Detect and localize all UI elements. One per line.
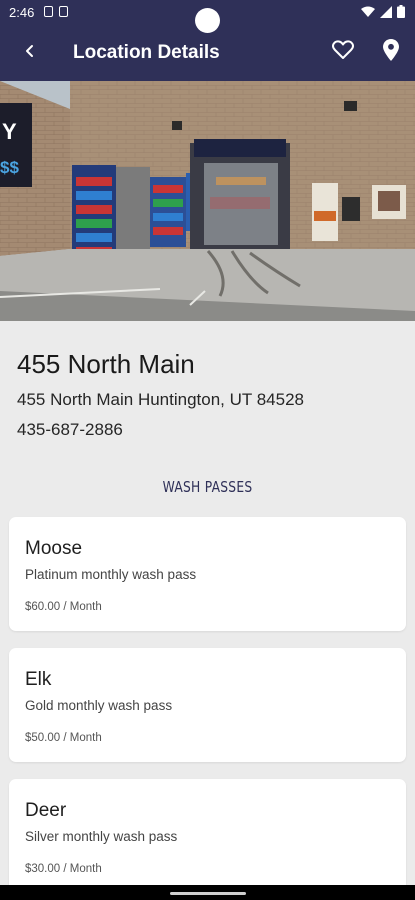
section-title-wash-passes: WASH PASSES (162, 478, 253, 496)
pass-name: Deer (25, 800, 67, 821)
heart-icon (332, 40, 354, 59)
home-gesture-handle[interactable] (170, 892, 246, 895)
back-button[interactable] (10, 31, 50, 71)
location-name: 455 North Main (17, 349, 195, 379)
pass-card-elk[interactable]: Elk Gold monthly wash pass $50.00 / Mont… (9, 648, 406, 762)
camera-cutout (195, 8, 220, 33)
system-icons (361, 5, 405, 18)
pass-name: Elk (25, 669, 52, 690)
pass-price: $30.00 / Month (25, 863, 102, 875)
pass-name: Moose (25, 538, 83, 559)
svg-text:$$: $$ (0, 158, 19, 177)
sd-card-icon (59, 6, 68, 17)
status-time: 2:46 (9, 5, 35, 20)
map-button[interactable] (374, 33, 408, 67)
page-title: Location Details (73, 42, 220, 63)
svg-text:Y: Y (2, 119, 17, 144)
pass-card-deer[interactable]: Deer Silver monthly wash pass $30.00 / M… (9, 779, 406, 893)
location-address[interactable]: 455 North Main Huntington, UT 84528 (17, 390, 304, 410)
pass-description: Platinum monthly wash pass (25, 567, 197, 582)
battery-icon (397, 5, 405, 18)
location-pin-icon (383, 39, 399, 61)
pass-price: $50.00 / Month (25, 732, 102, 744)
pass-price: $60.00 / Month (25, 601, 102, 613)
location-phone[interactable]: 435-687-2886 (17, 420, 304, 440)
pass-description: Silver monthly wash pass (25, 829, 178, 844)
pass-card-moose[interactable]: Moose Platinum monthly wash pass $60.00 … (9, 517, 406, 631)
notification-icons (44, 6, 68, 17)
location-photo: Y $$ (0, 81, 415, 321)
back-arrow-icon (26, 45, 33, 57)
location-info: 455 North Main 455 North Main Huntington… (17, 349, 304, 440)
pass-description: Gold monthly wash pass (25, 698, 173, 713)
favorite-button[interactable] (326, 33, 360, 67)
app-bar: Location Details (0, 25, 415, 81)
notification-icon (44, 6, 53, 17)
wifi-icon (361, 6, 375, 17)
signal-icon (380, 5, 392, 18)
